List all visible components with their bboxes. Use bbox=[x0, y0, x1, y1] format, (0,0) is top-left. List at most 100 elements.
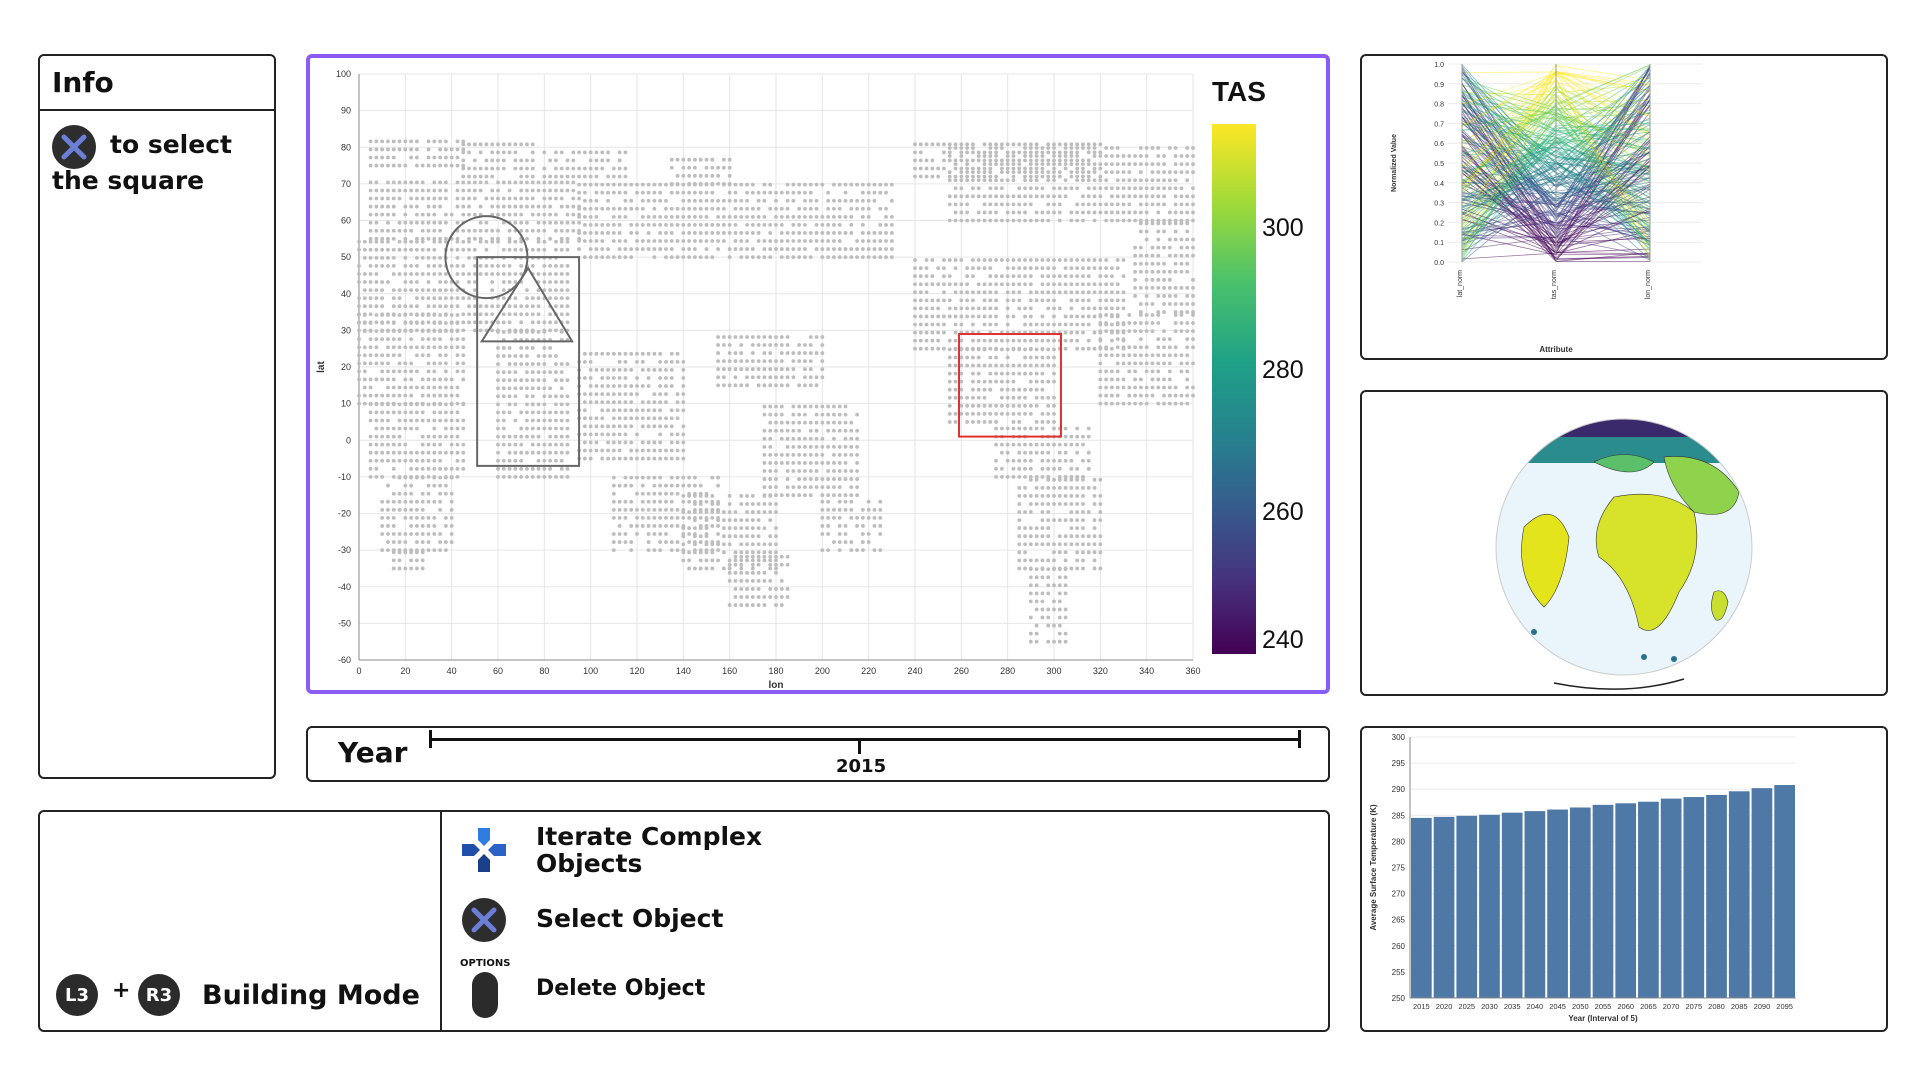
map-data-point bbox=[832, 436, 836, 441]
map-data-point bbox=[762, 367, 767, 372]
map-data-point bbox=[1028, 442, 1033, 447]
map-data-point bbox=[588, 158, 593, 163]
map-data-point bbox=[756, 550, 761, 555]
map-data-point bbox=[594, 368, 599, 372]
map-data-point bbox=[461, 264, 466, 268]
year-slider-thumb[interactable] bbox=[858, 738, 861, 754]
map-data-point bbox=[1034, 426, 1039, 431]
map-data-point bbox=[420, 524, 425, 528]
map-data-point bbox=[420, 220, 425, 225]
map-panel[interactable]: 0 20 40 60 80 100 120 140 160 180 200 220 240 260 280 3… bbox=[306, 54, 1330, 694]
map-data-point bbox=[716, 383, 720, 388]
pc-y-tick-label: 0.4 bbox=[1434, 181, 1444, 188]
map-data-point bbox=[1081, 534, 1085, 539]
map-data-point bbox=[745, 247, 749, 251]
map-data-point bbox=[785, 375, 790, 380]
map-data-point bbox=[1046, 150, 1051, 155]
map-data-point bbox=[768, 255, 773, 260]
map-data-point bbox=[1104, 290, 1109, 295]
map-data-point bbox=[913, 338, 917, 343]
map-data-point bbox=[1069, 518, 1074, 522]
map-data-point bbox=[849, 206, 854, 211]
map-data-point bbox=[391, 499, 396, 504]
map-data-point bbox=[1005, 154, 1010, 158]
map-data-point bbox=[716, 532, 720, 536]
map-data-point bbox=[704, 165, 709, 170]
map-data-point bbox=[860, 239, 865, 243]
map-scatter-plot[interactable]: 0 20 40 60 80 100 120 140 160 180 200 220 240 260 280 3… bbox=[310, 58, 1326, 690]
map-data-point bbox=[1052, 363, 1056, 368]
map-data-point bbox=[918, 314, 923, 319]
map-data-point bbox=[646, 456, 651, 461]
map-data-point bbox=[947, 146, 952, 150]
map-data-point bbox=[982, 166, 987, 171]
delete-object-label: Delete Object bbox=[536, 976, 706, 1001]
map-data-point bbox=[1115, 306, 1120, 311]
map-data-point bbox=[698, 502, 703, 506]
year-slider-left-cap bbox=[429, 730, 432, 748]
map-data-point bbox=[490, 280, 495, 284]
map-data-point bbox=[496, 450, 500, 455]
map-data-point bbox=[1069, 338, 1074, 343]
map-data-point bbox=[762, 570, 767, 575]
map-data-point bbox=[1057, 290, 1062, 295]
map-data-point bbox=[710, 173, 715, 178]
map-data-point bbox=[826, 499, 831, 504]
map-data-point bbox=[449, 393, 454, 398]
map-data-point bbox=[455, 474, 460, 479]
map-data-point bbox=[577, 206, 581, 211]
map-data-point bbox=[669, 475, 674, 480]
map-data-point bbox=[403, 247, 408, 252]
year-slider-track[interactable] bbox=[430, 738, 1300, 741]
map-data-point bbox=[843, 190, 848, 195]
map-data-point bbox=[1028, 355, 1033, 360]
map-data-point bbox=[391, 204, 396, 209]
map-data-point bbox=[768, 461, 773, 465]
map-data-point bbox=[611, 368, 616, 372]
map-data-point bbox=[420, 550, 425, 555]
building-mode-label: Building Mode bbox=[202, 980, 420, 1011]
map-data-point bbox=[1057, 583, 1062, 588]
map-data-point bbox=[391, 321, 396, 325]
map-data-point bbox=[617, 524, 622, 528]
map-data-point bbox=[1069, 466, 1074, 471]
map-data-point bbox=[947, 314, 952, 319]
map-data-point bbox=[988, 338, 993, 343]
map-data-point bbox=[1138, 337, 1143, 342]
map-data-point bbox=[1081, 542, 1085, 547]
map-data-point bbox=[548, 158, 553, 163]
map-x-axis-label: lon bbox=[769, 680, 784, 690]
map-data-point bbox=[971, 142, 975, 147]
map-data-point bbox=[1179, 285, 1184, 290]
map-data-point bbox=[1040, 158, 1045, 163]
map-data-point bbox=[461, 418, 466, 423]
map-data-point bbox=[785, 367, 790, 372]
map-data-point bbox=[791, 198, 796, 203]
map-data-point bbox=[1017, 218, 1022, 223]
map-data-point bbox=[1028, 534, 1033, 539]
map-data-point bbox=[965, 150, 970, 155]
map-data-point bbox=[669, 548, 674, 553]
map-data-point bbox=[1086, 202, 1091, 207]
map-data-point bbox=[866, 532, 871, 536]
map-data-point bbox=[1098, 353, 1103, 358]
map-data-point bbox=[855, 444, 859, 449]
map-data-point bbox=[1133, 245, 1137, 250]
map-data-point bbox=[913, 290, 917, 295]
map-data-point bbox=[565, 378, 570, 383]
map-data-point bbox=[855, 493, 859, 498]
map-data-point bbox=[762, 444, 767, 449]
map-data-point bbox=[687, 222, 692, 227]
map-data-point bbox=[1144, 154, 1149, 158]
map-data-point bbox=[525, 166, 529, 171]
map-data-point bbox=[391, 491, 396, 496]
map-data-point bbox=[455, 329, 460, 334]
map-data-point bbox=[889, 247, 894, 251]
map-data-point bbox=[368, 312, 373, 317]
map-data-point bbox=[1081, 210, 1085, 215]
map-data-point bbox=[826, 412, 831, 417]
map-data-point bbox=[1017, 150, 1022, 155]
map-data-point bbox=[791, 412, 796, 417]
map-data-point bbox=[403, 540, 408, 544]
map-data-point bbox=[530, 474, 535, 479]
